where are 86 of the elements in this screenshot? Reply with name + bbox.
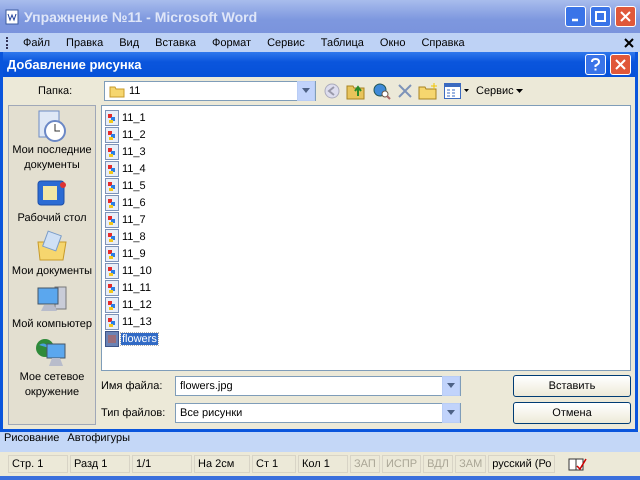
folder-label: Папка: — [37, 85, 74, 97]
menu-item[interactable]: Окно — [372, 36, 414, 48]
globe-search-icon[interactable] — [372, 82, 392, 100]
menu-item[interactable]: Таблица — [312, 36, 372, 48]
file-item[interactable]: 11_2 — [121, 128, 147, 140]
file-item[interactable]: 11_8 — [121, 230, 147, 242]
status-field: На 2см — [194, 455, 250, 473]
menu-item[interactable]: Справка — [413, 36, 473, 48]
places-bar-item[interactable]: Рабочий стол — [9, 177, 95, 226]
file-type-dropdown[interactable]: Все рисунки — [175, 403, 461, 423]
spelling-book-icon — [567, 456, 588, 472]
delete-icon[interactable] — [398, 84, 412, 98]
image-file-icon — [105, 314, 119, 330]
image-file-icon — [105, 280, 119, 296]
file-item[interactable]: 11_7 — [121, 214, 147, 226]
places-bar-item[interactable]: Мой компьютер — [9, 283, 95, 332]
dialog-title: Добавление рисунка — [7, 57, 142, 72]
status-field: 1/1 — [132, 455, 192, 473]
status-field: ВДЛ — [423, 455, 454, 473]
image-file-icon — [105, 126, 119, 142]
image-file-icon — [105, 246, 119, 262]
toolbar-menu[interactable]: Автофигуры — [67, 432, 130, 444]
menu-item[interactable]: Файл — [15, 36, 58, 48]
dropdown-arrow-icon[interactable] — [447, 383, 455, 389]
status-field: ЗАМ — [455, 455, 486, 473]
file-item[interactable]: 11_11 — [121, 282, 152, 294]
status-field: Кол 1 — [298, 455, 348, 473]
image-file-icon — [105, 212, 119, 228]
status-field: ЗАП — [350, 455, 380, 473]
file-name-field[interactable]: flowers.jpg — [175, 376, 461, 396]
places-bar-item[interactable]: Мои последние документы — [9, 109, 95, 173]
menu-item[interactable]: Вставка — [147, 36, 204, 48]
file-item[interactable]: 11_12 — [121, 298, 153, 310]
menu-item[interactable]: Вид — [111, 36, 148, 48]
file-item[interactable]: flowers — [121, 332, 158, 344]
menu-item[interactable]: Формат — [204, 36, 260, 48]
file-item[interactable]: 11_4 — [121, 162, 147, 174]
cancel-button[interactable]: Отмена — [513, 402, 631, 424]
folder-icon — [109, 84, 125, 98]
toolbar-menu[interactable]: Рисование — [4, 432, 60, 444]
photo-file-icon — [105, 330, 119, 346]
status-field: русский (Ро — [488, 455, 556, 473]
close-button[interactable] — [615, 6, 636, 27]
new-folder-icon[interactable] — [418, 82, 438, 100]
status-field: Стр. 1 — [8, 455, 68, 473]
file-name-label: Имя файла: — [101, 380, 164, 392]
file-item[interactable]: 11_1 — [121, 112, 147, 124]
status-field: Разд 1 — [70, 455, 130, 473]
menu-item[interactable]: Правка — [58, 36, 112, 48]
status-field: Ст 1 — [252, 455, 296, 473]
image-file-icon — [105, 194, 119, 210]
help-icon[interactable] — [590, 58, 601, 71]
places-bar-item[interactable]: Мои документы — [9, 230, 95, 279]
menu-item[interactable]: Сервис — [259, 36, 313, 48]
places-bar-item[interactable]: Мое сетевое окружение — [9, 336, 95, 400]
maximize-button[interactable] — [590, 6, 611, 27]
image-file-icon — [105, 110, 119, 126]
dropdown-arrow-icon[interactable] — [302, 88, 310, 94]
image-file-icon — [105, 144, 119, 160]
view-menu-icon[interactable] — [444, 83, 470, 99]
image-file-icon — [105, 262, 119, 278]
file-item[interactable]: 11_10 — [121, 264, 153, 276]
insert-button[interactable]: Вставить — [513, 375, 631, 397]
file-item[interactable]: 11_9 — [121, 248, 147, 260]
minimize-button[interactable] — [565, 6, 586, 27]
back-icon[interactable] — [324, 83, 340, 99]
word-document-icon — [4, 8, 20, 24]
file-item[interactable]: 11_5 — [121, 180, 147, 192]
file-item[interactable]: 11_3 — [121, 146, 147, 158]
file-item[interactable]: 11_13 — [121, 316, 153, 328]
close-button[interactable] — [610, 54, 631, 75]
dropdown-arrow-icon[interactable] — [447, 410, 455, 416]
file-type-label: Тип файлов: — [101, 407, 166, 419]
file-item[interactable]: 11_6 — [121, 196, 147, 208]
image-file-icon — [105, 228, 119, 244]
image-file-icon — [105, 160, 119, 176]
status-field: ИСПР — [382, 455, 422, 473]
folder-dropdown[interactable]: 11 — [104, 81, 316, 101]
tools-menu[interactable]: Сервис — [476, 85, 514, 97]
maximize-icon[interactable] — [595, 11, 606, 22]
image-file-icon — [105, 178, 119, 194]
image-file-icon — [105, 296, 119, 312]
help-button[interactable] — [585, 54, 606, 75]
window-title: Упражнение №11 - Microsoft Word — [24, 8, 258, 24]
caret-icon[interactable] — [516, 89, 523, 93]
close-icon[interactable] — [624, 38, 634, 48]
